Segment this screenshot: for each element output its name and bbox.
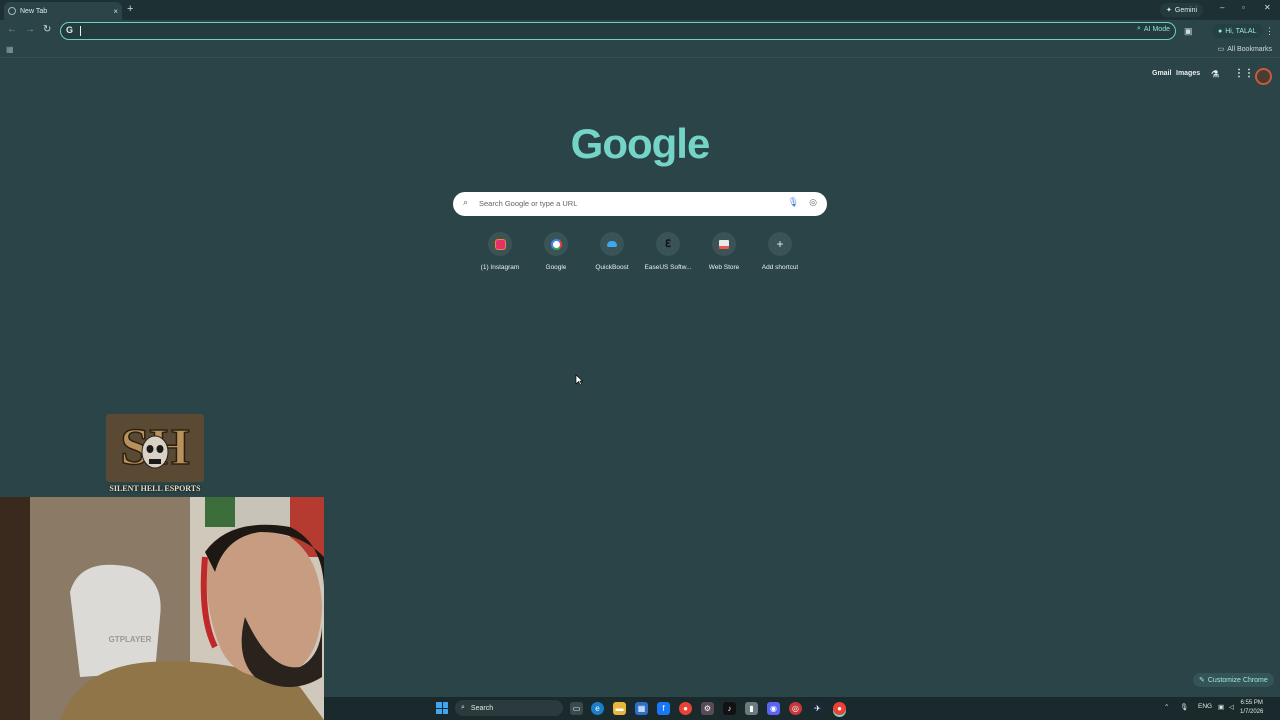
shortcut-label: QuickBoost	[595, 264, 629, 271]
shortcut-easeus[interactable]: ℇ EaseUS Softw...	[640, 232, 696, 271]
google-lens-icon[interactable]: ◎	[809, 197, 817, 208]
microphone-icon[interactable]: 🎙	[788, 197, 799, 208]
chrome-favicon-icon	[8, 7, 16, 15]
all-bookmarks-button[interactable]: ▭ All Bookmarks	[1217, 45, 1272, 54]
search-icon: ⌕	[463, 197, 469, 207]
close-window-button[interactable]: ✕	[1264, 3, 1271, 12]
web-store-icon	[712, 232, 736, 256]
webcam-image: GTPLAYER	[0, 497, 324, 720]
steam-icon[interactable]: ✈	[811, 702, 824, 715]
title-bar: New Tab × + ✦ Gemini – ▫ ✕	[0, 0, 1280, 20]
shortcut-label: Add shortcut	[761, 264, 799, 271]
back-icon[interactable]: ←	[7, 24, 17, 35]
images-link[interactable]: Images	[1176, 70, 1200, 77]
ai-mode-label: AI Mode	[1143, 25, 1170, 33]
gemini-label: Gemini	[1174, 6, 1198, 14]
microphone-app-icon[interactable]: ▮	[745, 702, 758, 715]
google-g-icon: G	[66, 25, 74, 35]
minimize-button[interactable]: –	[1220, 3, 1224, 12]
instagram-icon	[488, 232, 512, 256]
discord-icon[interactable]: ◉	[767, 702, 780, 715]
apps-grid-icon[interactable]: ▦	[6, 45, 14, 54]
app-red-icon[interactable]: ◎	[789, 702, 802, 715]
tab-new-tab[interactable]: New Tab ×	[4, 2, 122, 20]
shortcut-label: (1) Instagram	[480, 264, 520, 271]
volume-icon[interactable]: ◁	[1229, 703, 1234, 711]
customize-chrome-button[interactable]: ✎ Customize Chrome	[1193, 673, 1274, 687]
maximize-button[interactable]: ▫	[1242, 3, 1245, 12]
plus-icon: +	[768, 232, 792, 256]
taskbar-search[interactable]: ⌕ Search	[455, 700, 563, 716]
easeus-icon: ℇ	[656, 232, 680, 256]
windows-start-icon[interactable]	[436, 702, 448, 714]
close-tab-icon[interactable]: ×	[113, 7, 118, 16]
mic-tray-icon[interactable]: 🎙	[1180, 703, 1188, 711]
tray-chevron-icon[interactable]: ⌃	[1164, 703, 1169, 711]
menu-icon[interactable]: ⋮	[1265, 26, 1274, 37]
chrome-icon[interactable]: ●	[679, 702, 692, 715]
gmail-link[interactable]: Gmail	[1152, 70, 1171, 77]
shortcut-add[interactable]: + Add shortcut	[752, 232, 808, 271]
address-bar[interactable]: G ⌕ AI Mode	[60, 22, 1176, 40]
folder-icon: ▭	[1217, 46, 1225, 53]
chair-text: GTPLAYER	[109, 635, 152, 644]
store-icon[interactable]: ▦	[635, 702, 648, 715]
side-panel-icon[interactable]: ▣	[1184, 26, 1193, 37]
app-icon[interactable]: ⚙	[701, 702, 714, 715]
search-box[interactable]: ⌕ Search Google or type a URL 🎙 ◎	[453, 192, 827, 216]
toolbar: ← → ↻ G ⌕ AI Mode ▣ ⋮	[0, 20, 1280, 42]
sparkle-icon: ✦	[1166, 7, 1172, 14]
mouse-cursor-icon	[575, 374, 583, 386]
webcam-feed: GTPLAYER	[0, 497, 324, 720]
shortcut-quickboost[interactable]: QuickBoost	[584, 232, 640, 271]
clock-date: 1/7/2026	[1240, 709, 1264, 715]
shortcut-instagram[interactable]: (1) Instagram	[472, 232, 528, 271]
shortcut-google[interactable]: Google	[528, 232, 584, 271]
new-tab-button[interactable]: +	[127, 3, 133, 15]
network-icon[interactable]: ▣	[1218, 703, 1224, 711]
clock-time: 6:55 PM	[1240, 700, 1263, 706]
search-placeholder: Search Google or type a URL	[479, 199, 578, 208]
profile-chip[interactable]: ● Hi, TALAL	[1212, 24, 1263, 38]
esports-logo-text: SILENT HELL ESPORTS	[109, 484, 201, 493]
account-avatar[interactable]	[1255, 68, 1272, 85]
language-indicator[interactable]: ENG	[1198, 703, 1212, 710]
shortcut-label: Google	[545, 264, 567, 271]
esports-logo: SH SILENT HELL ESPORTS	[100, 412, 210, 496]
shortcut-label: EaseUS Softw...	[644, 264, 692, 271]
windows-taskbar: ⌕ Search ▭ e ▬ ▦ f ● ⚙ ♪ ▮ ◉ ◎ ✈ ● ⌃ 🎙 E…	[324, 697, 1280, 720]
edge-icon[interactable]: e	[591, 702, 604, 715]
shortcut-label: Web Store	[708, 264, 740, 271]
bookmarks-bar: ▦ ▭ All Bookmarks	[0, 42, 1280, 58]
ai-mode-icon: ⌕	[1137, 25, 1141, 32]
taskbar-search-label: Search	[470, 704, 494, 712]
customize-label: Customize Chrome	[1207, 676, 1268, 684]
forward-icon[interactable]: →	[25, 24, 35, 35]
reload-icon[interactable]: ↻	[43, 24, 51, 35]
quickboost-icon	[600, 232, 624, 256]
google-logo: Google	[570, 120, 711, 167]
gemini-button[interactable]: ✦ Gemini	[1160, 3, 1204, 17]
all-bookmarks-label: All Bookmarks	[1227, 45, 1272, 53]
task-view-icon[interactable]: ▭	[570, 702, 583, 715]
tab-title: New Tab	[20, 7, 48, 15]
facebook-icon[interactable]: f	[657, 702, 670, 715]
shortcut-web-store[interactable]: Web Store	[696, 232, 752, 271]
system-clock[interactable]: 6:55 PM 1/7/2026	[1240, 699, 1263, 717]
text-caret	[80, 26, 81, 36]
profile-avatar-icon: ●	[1218, 27, 1223, 35]
file-explorer-icon[interactable]: ▬	[613, 702, 626, 715]
search-icon: ⌕	[461, 704, 465, 711]
tiktok-icon[interactable]: ♪	[723, 702, 736, 715]
ai-mode-button[interactable]: ⌕ AI Mode	[1137, 25, 1170, 33]
shortcuts: (1) Instagram Google QuickBoost ℇ EaseUS…	[472, 232, 808, 271]
google-apps-icon[interactable]: ⋮⋮	[1234, 68, 1254, 79]
chrome-active-icon[interactable]: ●	[833, 702, 846, 715]
profile-label: Hi, TALAL	[1225, 27, 1257, 35]
pencil-icon: ✎	[1199, 677, 1205, 684]
google-icon	[544, 232, 568, 256]
labs-flask-icon[interactable]: ⚗	[1211, 69, 1219, 80]
